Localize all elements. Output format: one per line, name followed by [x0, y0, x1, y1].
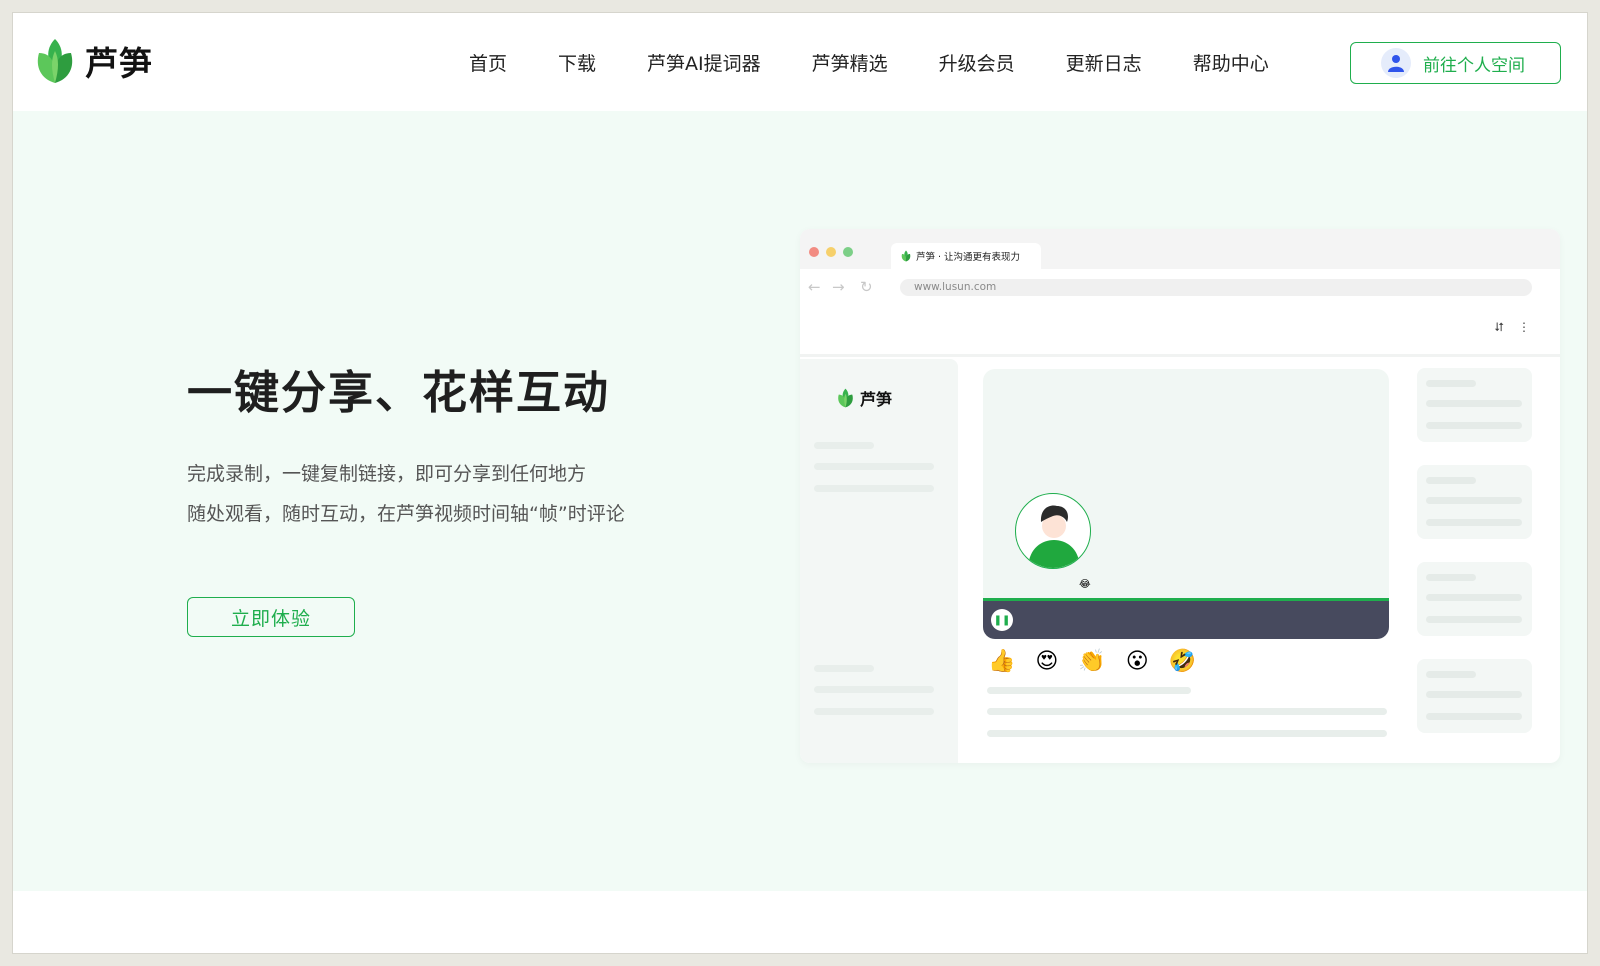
leaf-logo-icon — [37, 39, 73, 83]
hero-desc-line-1: 完成录制，一键复制链接，即可分享到任何地方 — [187, 463, 587, 485]
hero-section: 一键分享、花样互动 完成录制，一键复制链接，即可分享到任何地方 随处观看，随时互… — [13, 111, 1587, 891]
more-vertical-icon: ⋮ — [1518, 320, 1530, 334]
mockup-url: www.lusun.com — [900, 279, 1532, 296]
reaction-bar: 👍 😍 👏 😮 🤣 — [988, 649, 1196, 674]
close-dot-icon — [809, 247, 819, 257]
mockup-tab-title: 芦笋 · 让沟通更有表现力 — [916, 252, 1021, 263]
placeholder-bar — [987, 687, 1191, 694]
reload-icon: ↻ — [860, 278, 873, 296]
hero-description: 完成录制，一键复制链接，即可分享到任何地方 随处观看，随时互动，在芦笋视频时间轴… — [187, 454, 625, 534]
comment-card-placeholder — [1417, 465, 1532, 539]
back-arrow-icon: ← — [808, 278, 821, 296]
try-now-button[interactable]: 立即体验 — [187, 597, 355, 637]
mockup-actions: ⮃ ⋮ — [1494, 320, 1530, 335]
browser-mockup-illustration: 芦笋 · 让沟通更有表现力 ← → ↻ www.lusun.com ⮃ ⋮ 芦笋… — [800, 229, 1560, 763]
pause-icon: ❚❚ — [991, 609, 1013, 631]
main-nav: 首页 下载 芦笋AI提词器 芦笋精选 升级会员 更新日志 帮助中心 — [469, 13, 1320, 111]
nav-download[interactable]: 下载 — [558, 49, 596, 76]
personal-space-button[interactable]: 前往个人空间 — [1350, 42, 1561, 84]
mockup-urlbar: ← → ↻ www.lusun.com — [800, 269, 1560, 305]
nav-changelog[interactable]: 更新日志 — [1066, 49, 1142, 76]
floating-reaction-emoji: 😂 — [1079, 579, 1091, 590]
mockup-sidebar: 芦笋 — [800, 359, 958, 763]
share-icon: ⮃ — [1494, 320, 1504, 334]
placeholder-bar — [814, 686, 934, 693]
thumbs-up-reaction: 👍 — [988, 649, 1016, 674]
mockup-titlebar: 芦笋 · 让沟通更有表现力 — [800, 229, 1560, 269]
placeholder-bar — [814, 442, 874, 449]
video-controls: ❚❚ — [983, 601, 1389, 639]
leaf-favicon-icon — [901, 250, 911, 262]
comment-card-placeholder — [1417, 368, 1532, 442]
personal-space-label: 前往个人空间 — [1423, 55, 1525, 76]
surprised-reaction: 😮 — [1125, 649, 1149, 674]
placeholder-bar — [987, 730, 1387, 737]
placeholder-bar — [814, 463, 934, 470]
nav-ai-teleprompter[interactable]: 芦笋AI提词器 — [647, 49, 761, 76]
clap-reaction: 👏 — [1078, 649, 1106, 674]
hero-title: 一键分享、花样互动 — [187, 366, 611, 419]
mockup-tab: 芦笋 · 让沟通更有表现力 — [891, 243, 1041, 269]
heart-eyes-reaction: 😍 — [1035, 649, 1059, 674]
site-header: 芦笋 首页 下载 芦笋AI提词器 芦笋精选 升级会员 更新日志 帮助中心 前往个… — [13, 13, 1587, 111]
nav-featured[interactable]: 芦笋精选 — [812, 49, 888, 76]
leaf-logo-icon — [838, 388, 853, 408]
browser-window: 芦笋 首页 下载 芦笋AI提词器 芦笋精选 升级会员 更新日志 帮助中心 前往个… — [13, 13, 1587, 953]
nav-home[interactable]: 首页 — [469, 49, 507, 76]
placeholder-bar — [814, 665, 874, 672]
placeholder-bar — [987, 708, 1387, 715]
minimize-dot-icon — [826, 247, 836, 257]
comment-card-placeholder — [1417, 659, 1532, 733]
comment-card-placeholder — [1417, 562, 1532, 636]
nav-help-center[interactable]: 帮助中心 — [1193, 49, 1269, 76]
nav-upgrade-membership[interactable]: 升级会员 — [939, 49, 1015, 76]
mockup-sidebar-brand: 芦笋 — [837, 386, 892, 410]
maximize-dot-icon — [843, 247, 853, 257]
mockup-brand-name: 芦笋 — [860, 390, 893, 409]
mockup-video-player: 😂 ❚❚ — [983, 369, 1389, 639]
mockup-divider — [800, 354, 1560, 357]
placeholder-bar — [814, 485, 934, 492]
presenter-avatar — [1015, 493, 1091, 569]
user-icon — [1381, 48, 1411, 78]
forward-arrow-icon: → — [832, 278, 845, 296]
brand-name: 芦笋 — [85, 44, 153, 83]
laughing-reaction: 🤣 — [1168, 649, 1197, 674]
brand-logo[interactable]: 芦笋 — [35, 37, 153, 85]
hero-desc-line-2: 随处观看，随时互动，在芦笋视频时间轴“帧”时评论 — [187, 503, 625, 525]
placeholder-bar — [814, 708, 934, 715]
